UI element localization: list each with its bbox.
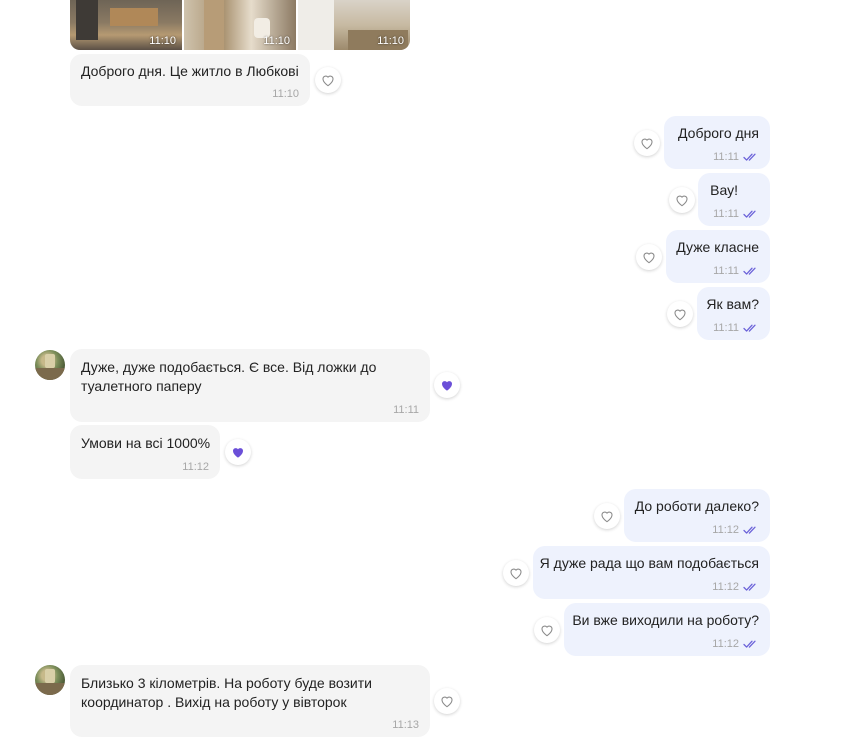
- reaction-button[interactable]: [503, 560, 529, 586]
- reaction-button[interactable]: [534, 617, 560, 643]
- message-text: Доброго дня. Це житло в Любкові: [81, 63, 299, 79]
- reaction-button[interactable]: [634, 130, 660, 156]
- heart-outline-icon: [508, 565, 524, 581]
- heart-filled-icon: [230, 444, 246, 460]
- message-meta: 11:12: [712, 581, 759, 593]
- reaction-button[interactable]: [594, 503, 620, 529]
- reaction-button[interactable]: [669, 187, 695, 213]
- double-check-icon: [743, 152, 759, 162]
- message-bubble-outgoing[interactable]: Як вам? 11:11: [697, 287, 770, 340]
- message-text: Ви вже виходили на роботу?: [572, 612, 759, 628]
- photo-thumbnail[interactable]: 11:10: [298, 0, 410, 50]
- photo-thumbnail[interactable]: 11:10: [184, 0, 296, 50]
- heart-outline-icon: [672, 306, 688, 322]
- message-bubble-outgoing[interactable]: Ви вже виходили на роботу? 11:12: [564, 603, 770, 656]
- message-meta: 11:11: [713, 322, 759, 334]
- message-text: Як вам?: [706, 296, 759, 312]
- message-meta: 11:12: [712, 638, 759, 650]
- message-time: 11:12: [712, 581, 739, 593]
- photo-thumbnail[interactable]: 11:10: [70, 0, 182, 50]
- double-check-icon: [743, 639, 759, 649]
- double-check-icon: [743, 323, 759, 333]
- double-check-icon: [743, 582, 759, 592]
- reaction-button-liked[interactable]: [434, 372, 460, 398]
- heart-outline-icon: [639, 135, 655, 151]
- message-time: 11:10: [272, 88, 299, 100]
- heart-outline-icon: [320, 72, 336, 88]
- message-time: 11:12: [712, 524, 739, 536]
- message-bubble-outgoing[interactable]: До роботи далеко? 11:12: [624, 489, 770, 542]
- reaction-button-liked[interactable]: [225, 439, 251, 465]
- message-bubble-incoming[interactable]: Близько 3 кілометрів. На роботу буде воз…: [70, 665, 430, 737]
- message-time: 11:13: [392, 719, 419, 731]
- reaction-button[interactable]: [636, 244, 662, 270]
- message-text: Дуже класне: [676, 239, 759, 255]
- reaction-button[interactable]: [434, 688, 460, 714]
- message-text: Я дуже рада що вам подобається: [539, 555, 759, 571]
- message-text: Умови на всі 1000%: [81, 435, 211, 451]
- message-bubble-incoming[interactable]: Умови на всі 1000% 11:12: [70, 425, 220, 479]
- message-meta: 11:10: [272, 88, 299, 100]
- message-meta: 11:13: [392, 719, 419, 731]
- message-time: 11:12: [712, 638, 739, 650]
- photo-time: 11:10: [377, 35, 404, 47]
- heart-outline-icon: [439, 693, 455, 709]
- message-time: 11:12: [182, 461, 209, 473]
- photo-time: 11:10: [149, 35, 176, 47]
- double-check-icon: [743, 209, 759, 219]
- message-meta: 11:11: [713, 265, 759, 277]
- message-time: 11:11: [713, 151, 739, 163]
- message-time: 11:11: [713, 208, 739, 220]
- message-meta: 11:12: [712, 524, 759, 536]
- message-bubble-outgoing[interactable]: Вау! 11:11: [698, 173, 770, 226]
- double-check-icon: [743, 525, 759, 535]
- message-text: Доброго дня: [678, 125, 759, 141]
- heart-outline-icon: [641, 249, 657, 265]
- message-text: Вау!: [710, 182, 738, 198]
- heart-outline-icon: [539, 622, 555, 638]
- message-bubble-outgoing[interactable]: Доброго дня 11:11: [664, 116, 770, 169]
- message-meta: 11:12: [182, 461, 209, 473]
- reaction-button[interactable]: [667, 301, 693, 327]
- message-text-line: Близько 3 кілометрів. На роботу буде воз…: [81, 675, 372, 691]
- reaction-button[interactable]: [315, 67, 341, 93]
- message-text-line: Дуже, дуже подобається. Є все. Від ложки…: [81, 359, 377, 375]
- message-text-line: координатор . Вихід на роботу у вівторок: [81, 694, 347, 710]
- heart-outline-icon: [599, 508, 615, 524]
- message-bubble-incoming[interactable]: Доброго дня. Це житло в Любкові 11:10: [70, 54, 310, 106]
- heart-filled-icon: [439, 377, 455, 393]
- message-meta: 11:11: [393, 404, 419, 416]
- message-meta: 11:11: [713, 208, 759, 220]
- message-time: 11:11: [393, 404, 419, 416]
- avatar[interactable]: [35, 350, 65, 380]
- heart-outline-icon: [674, 192, 690, 208]
- message-time: 11:11: [713, 322, 739, 334]
- message-bubble-outgoing[interactable]: Я дуже рада що вам подобається 11:12: [533, 546, 770, 599]
- message-time: 11:11: [713, 265, 739, 277]
- double-check-icon: [743, 266, 759, 276]
- message-bubble-incoming[interactable]: Дуже, дуже подобається. Є все. Від ложки…: [70, 349, 430, 422]
- message-bubble-outgoing[interactable]: Дуже класне 11:11: [666, 230, 770, 283]
- photo-album: 11:10 11:10 11:10: [70, 0, 410, 50]
- avatar[interactable]: [35, 665, 65, 695]
- message-meta: 11:11: [713, 151, 759, 163]
- message-text-line: туалетного паперу: [81, 378, 202, 394]
- message-text: До роботи далеко?: [634, 498, 759, 514]
- photo-time: 11:10: [263, 35, 290, 47]
